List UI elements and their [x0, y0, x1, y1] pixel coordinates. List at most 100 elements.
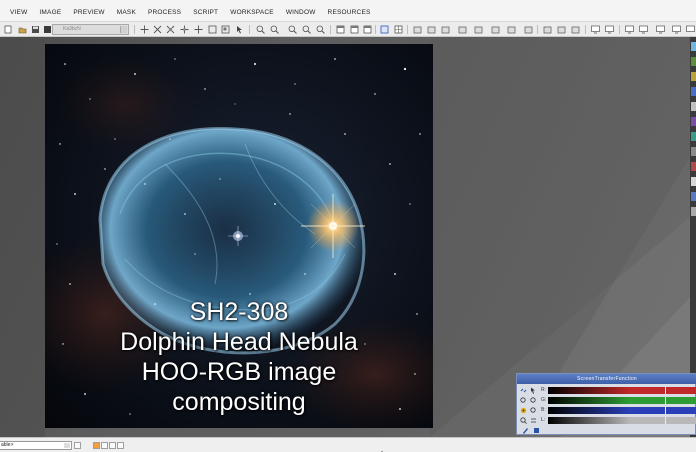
- panel-tab-icon[interactable]: [691, 192, 696, 201]
- close-image-icon[interactable]: [43, 25, 52, 34]
- stf-channel-row: L:: [517, 416, 696, 425]
- menu-mask[interactable]: MASK: [111, 9, 142, 17]
- zoom-in-icon[interactable]: [256, 25, 265, 34]
- open-file-icon[interactable]: [18, 25, 27, 34]
- window-selector[interactable]: able>: [0, 441, 72, 450]
- screen-stf-icon[interactable]: [380, 25, 389, 34]
- midtones-marker[interactable]: [665, 397, 666, 404]
- panel-tab-icon[interactable]: [691, 147, 696, 156]
- zoom-custom-icon[interactable]: [316, 25, 325, 34]
- crosshair-icon[interactable]: [194, 25, 203, 34]
- caption-line: Dolphin Head Nebula: [120, 328, 358, 356]
- monitor-icon[interactable]: [656, 25, 665, 34]
- menu-resources[interactable]: RESOURCES: [322, 9, 377, 17]
- zoom-out-icon[interactable]: [530, 397, 537, 404]
- swap-icon[interactable]: [530, 417, 537, 424]
- display-icon[interactable]: [571, 25, 580, 34]
- stf-blue-slider[interactable]: [548, 407, 696, 414]
- monitor-icon[interactable]: [672, 25, 681, 34]
- monitor-icon[interactable]: [591, 25, 600, 34]
- window-icon[interactable]: [350, 25, 359, 34]
- image-caption: SH2-308 Dolphin Head Nebula HOO-RGB imag…: [45, 297, 433, 417]
- preview-icon[interactable]: [221, 25, 230, 34]
- zoom-fit-window-icon[interactable]: [302, 25, 311, 34]
- toggle-icon[interactable]: [74, 442, 81, 449]
- zoom-fit-icon[interactable]: [140, 25, 149, 34]
- workspace-1-tab[interactable]: [93, 442, 100, 449]
- midtones-marker[interactable]: [665, 407, 666, 414]
- zoom-icon[interactable]: [530, 407, 537, 414]
- toolbar-separator: [134, 25, 135, 34]
- workspace-2-tab[interactable]: [101, 442, 108, 449]
- link-channels-icon[interactable]: [520, 387, 527, 394]
- new-image-icon[interactable]: [4, 25, 13, 34]
- image-window[interactable]: SH2-308 Dolphin Head Nebula HOO-RGB imag…: [45, 44, 433, 428]
- display-icon[interactable]: [543, 25, 552, 34]
- move-icon[interactable]: [153, 25, 162, 34]
- panel-tab-icon[interactable]: [691, 117, 696, 126]
- stf-green-slider[interactable]: [548, 397, 696, 404]
- panel-tab-icon[interactable]: [691, 57, 696, 66]
- toolbar-separator: [619, 25, 620, 34]
- midtones-marker[interactable]: [665, 387, 666, 394]
- mask-icon[interactable]: [474, 25, 483, 34]
- pan-icon[interactable]: [180, 25, 189, 34]
- auto-stretch-icon[interactable]: [520, 407, 527, 414]
- panel-tab-icon[interactable]: [691, 87, 696, 96]
- panel-tab-icon[interactable]: [691, 42, 696, 51]
- workspace-3-tab[interactable]: [109, 442, 116, 449]
- window-icon[interactable]: [363, 25, 372, 34]
- panel-tab-icon[interactable]: [691, 72, 696, 81]
- monitor-icon[interactable]: [605, 25, 614, 34]
- panel-tab-icon[interactable]: [691, 102, 696, 111]
- pointer-icon[interactable]: [530, 387, 537, 394]
- menu-process[interactable]: PROCESS: [142, 9, 187, 17]
- apply-icon[interactable]: [533, 427, 540, 434]
- channel-label: G:: [541, 397, 547, 403]
- screen-transfer-function-panel: ScreenTransferFunction R: G: B: L:: [516, 373, 696, 435]
- save-icon[interactable]: [31, 25, 40, 34]
- panel-tab-icon[interactable]: [691, 132, 696, 141]
- mask-icon[interactable]: [524, 25, 533, 34]
- rect-select-icon[interactable]: [208, 25, 217, 34]
- monitor-icon[interactable]: [639, 25, 648, 34]
- pointer-icon[interactable]: [235, 25, 244, 34]
- new-instance-icon[interactable]: [522, 427, 529, 434]
- menu-image[interactable]: IMAGE: [33, 9, 67, 17]
- menu-script[interactable]: SCRIPT: [187, 9, 224, 17]
- mask-icon[interactable]: [413, 25, 422, 34]
- midtones-marker[interactable]: [665, 417, 666, 424]
- menu-workspace[interactable]: WORKSPACE: [224, 9, 280, 17]
- menu-preview[interactable]: PREVIEW: [67, 9, 110, 17]
- menu-view[interactable]: VIEW: [4, 9, 33, 17]
- panel-tab-icon[interactable]: [691, 207, 696, 216]
- monitor-icon[interactable]: [625, 25, 634, 34]
- menu-window[interactable]: WINDOW: [280, 9, 322, 17]
- display-icon[interactable]: [557, 25, 566, 34]
- mask-icon[interactable]: [427, 25, 436, 34]
- view-selector[interactable]: Ka3bcN: [52, 24, 129, 35]
- expand-icon[interactable]: [166, 25, 175, 34]
- panel-title[interactable]: ScreenTransferFunction: [517, 374, 696, 384]
- window-icon[interactable]: [336, 25, 345, 34]
- mask-icon[interactable]: [507, 25, 516, 34]
- panel-tab-icon[interactable]: [691, 177, 696, 186]
- zoom-out-icon[interactable]: [270, 25, 279, 34]
- stf-channel-row: R:: [517, 386, 696, 395]
- stf-red-slider[interactable]: [548, 387, 696, 394]
- panel-footer: [517, 427, 696, 435]
- play-icon[interactable]: [380, 442, 387, 452]
- mask-icon[interactable]: [441, 25, 450, 34]
- mask-icon[interactable]: [491, 25, 500, 34]
- monitor-icon[interactable]: [686, 25, 695, 34]
- stf-luminance-slider[interactable]: [548, 417, 696, 424]
- panel-tab-icon[interactable]: [691, 162, 696, 171]
- grid-icon[interactable]: [394, 25, 403, 34]
- caption-line: compositing: [172, 388, 306, 416]
- mask-icon[interactable]: [458, 25, 467, 34]
- workspace-4-tab[interactable]: [117, 442, 124, 449]
- zoom-in-icon[interactable]: [520, 397, 527, 404]
- zoom-1-1-icon[interactable]: [288, 25, 297, 34]
- pixinsight-app: VIEW IMAGE PREVIEW MASK PROCESS SCRIPT W…: [0, 0, 696, 452]
- magnifier-icon[interactable]: [520, 417, 527, 424]
